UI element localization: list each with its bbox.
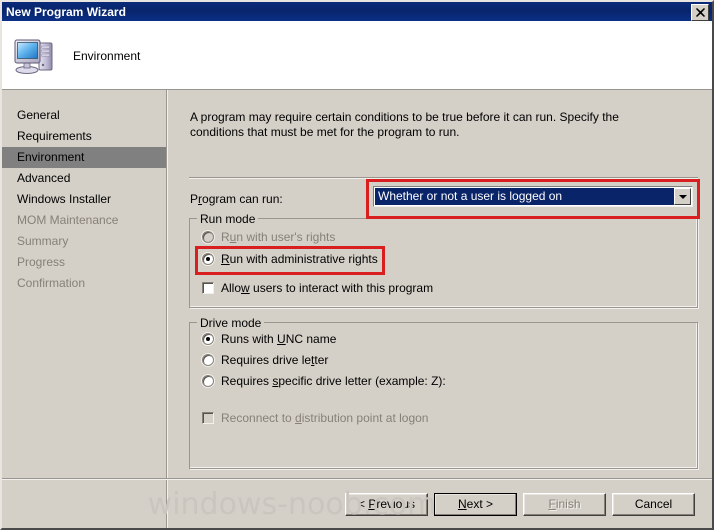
finish-button-label: Finish <box>548 497 581 511</box>
radio-runs-with-unc-name[interactable]: Runs with UNC name <box>202 332 336 346</box>
cancel-button-label: Cancel <box>634 497 673 511</box>
checkbox-label: Allow users to interact with this progra… <box>221 281 434 295</box>
radio-run-with-users-rights: Run with user's rights <box>202 230 335 244</box>
sidebar-item-requirements[interactable]: Requirements <box>2 126 166 147</box>
previous-button[interactable]: < Previous <box>345 492 428 516</box>
sidebar-item-environment[interactable]: Environment <box>2 147 166 168</box>
radio-run-with-administrative-rights[interactable]: Run with administrative rights <box>202 252 378 266</box>
next-button-label: Next > <box>457 497 494 511</box>
drive-mode-group-title: Drive mode <box>197 316 265 330</box>
radio-label: Requires specific drive letter (example:… <box>221 374 446 388</box>
new-program-wizard-window: New Program Wizard Environment General R… <box>0 0 714 530</box>
chevron-down-glyph <box>678 194 687 199</box>
previous-button-label: < Previous <box>357 497 416 511</box>
sidebar-item-mom-maintenance: MOM Maintenance <box>17 213 119 227</box>
checkbox-icon <box>202 412 214 424</box>
sidebar-item-windows-installer[interactable]: Windows Installer <box>2 189 166 210</box>
radio-label: Requires drive letter <box>221 353 329 367</box>
next-button[interactable]: Next > <box>434 492 517 516</box>
computer-icon <box>13 35 57 77</box>
program-can-run-select[interactable]: Whether or not a user is logged on <box>373 186 693 207</box>
checkbox-allow-users-interact[interactable]: Allow users to interact with this progra… <box>202 281 433 295</box>
sidebar-item-summary: Summary <box>17 234 69 248</box>
sidebar-item-progress: Progress <box>17 255 66 269</box>
page-title: Environment <box>73 48 141 63</box>
sidebar-item-general[interactable]: General <box>2 105 166 126</box>
radio-icon <box>202 354 214 366</box>
sidebar-item-advanced[interactable]: Advanced <box>2 168 166 189</box>
checkbox-label: Reconnect to distribution point at logon <box>221 411 429 425</box>
checkbox-reconnect-distribution-point: Reconnect to distribution point at logon <box>202 411 428 425</box>
wizard-header: Environment <box>2 21 712 90</box>
finish-button: Finish <box>523 492 606 516</box>
run-mode-group-title: Run mode <box>197 212 259 226</box>
cancel-button[interactable]: Cancel <box>612 492 695 516</box>
program-can-run-label: Program can run: <box>190 192 283 206</box>
radio-label: Runs with UNC name <box>221 332 337 346</box>
intro-text: A program may require certain conditions… <box>190 110 619 139</box>
run-mode-group: Run mode Run with user's rights Run with… <box>189 212 698 308</box>
content-separator <box>189 177 698 179</box>
program-can-run-label-text: Program can run: <box>190 192 283 206</box>
close-icon[interactable] <box>691 4 709 21</box>
titlebar[interactable]: New Program Wizard <box>2 2 712 21</box>
radio-requires-drive-letter[interactable]: Requires drive letter <box>202 353 328 367</box>
program-can-run-value: Whether or not a user is logged on <box>375 188 674 205</box>
radio-requires-specific-drive-letter[interactable]: Requires specific drive letter (example:… <box>202 374 446 388</box>
radio-icon <box>202 375 214 387</box>
radio-icon <box>202 333 214 345</box>
radio-icon <box>202 253 214 265</box>
radio-icon <box>202 231 214 243</box>
checkbox-icon <box>202 282 214 294</box>
radio-label: Run with administrative rights <box>221 252 378 266</box>
drive-mode-group: Drive mode Runs with UNC name Requires d… <box>189 316 698 469</box>
wizard-steps-sidebar: General Requirements Environment Advance… <box>2 90 166 528</box>
footer-buttons: < Previous Next > Finish Cancel <box>2 480 712 528</box>
radio-label: Run with user's rights <box>221 230 336 244</box>
content-pane: A program may require certain conditions… <box>168 90 712 528</box>
sidebar-item-confirmation: Confirmation <box>17 276 86 290</box>
chevron-down-icon[interactable] <box>674 188 691 205</box>
window-title: New Program Wizard <box>6 4 126 19</box>
